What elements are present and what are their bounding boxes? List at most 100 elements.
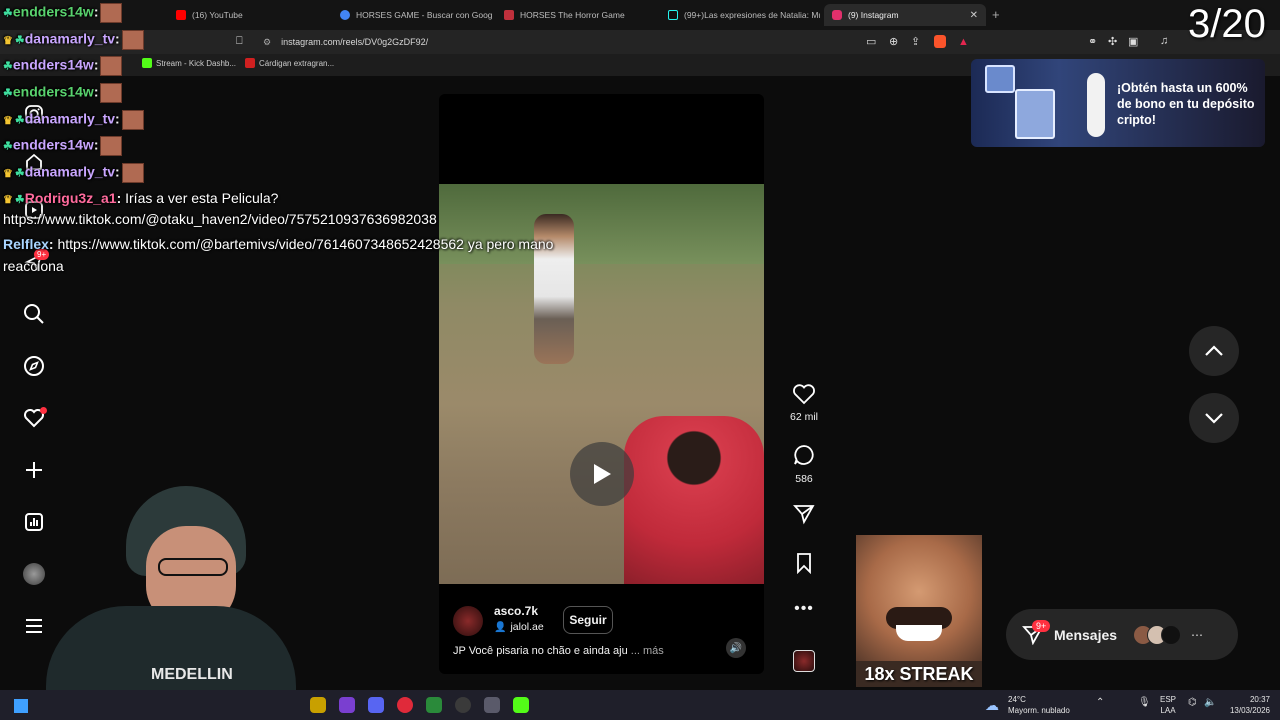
emote-icon [121,30,144,50]
video-background-trees [439,184,764,264]
horses-icon [504,10,514,20]
more-icon[interactable]: ⋯ [1191,628,1203,642]
volume-icon[interactable]: 🔈 [1204,697,1216,708]
tab-instagram[interactable]: (9) Instagram ✕ [824,4,986,26]
profile-icon[interactable] [20,560,48,588]
messages-pill-badge: 9+ [1032,620,1051,632]
windows-start-icon[interactable] [14,699,28,713]
streamer-webcam: MEDELLIN [46,486,296,720]
badge-icon: ☘ [14,34,25,47]
ad-toolbar [1087,73,1105,137]
dashboard-icon[interactable] [20,508,48,536]
author-avatar[interactable] [453,606,483,636]
crown-icon: ♛ [3,114,13,127]
bookmark-cardigan[interactable]: Cárdigan extragran... [245,58,334,68]
cast-icon[interactable]: ▭ [866,35,876,48]
extension-icon[interactable]: ⚭ [1088,35,1097,48]
emote-icon [100,3,123,23]
messages-label: Mensajes [1054,626,1118,643]
app-icon[interactable] [310,697,326,713]
glasses [158,558,228,576]
crown-icon: ♛ [3,167,13,180]
crown-icon: ♛ [3,194,13,206]
chat-message: ♛ ☘Rodrigu3z_a1: Irías a ver esta Pelicul… [3,190,279,206]
app-icon[interactable] [455,697,471,713]
author-username[interactable]: asco.7k [494,604,538,618]
challenge-counter: 3/20 [1188,2,1266,46]
like-action[interactable]: 62 mil [786,383,822,423]
chat-message: ☘endders14w: [3,136,123,156]
badge-icon: ☘ [14,194,25,206]
more-options-icon[interactable]: ••• [786,600,822,618]
explore-icon[interactable] [20,352,48,380]
likes-count: 62 mil [789,411,818,423]
more-link[interactable]: ... más [631,645,664,657]
audio-thumbnail[interactable] [793,650,815,672]
site-info-icon[interactable]: ⚙ [263,37,271,48]
menu-icon[interactable] [20,612,48,640]
wallet-icon[interactable]: ▣ [1128,35,1138,48]
badge-icon: ☘ [14,167,25,180]
language-indicator[interactable]: ESP LAA [1160,694,1176,716]
bookmark-icon[interactable]: ⎕ [236,35,243,48]
follow-button[interactable]: Seguir [563,606,613,634]
laughing-face-image [856,535,982,661]
share-action[interactable] [786,503,822,525]
new-tab-icon[interactable]: + [992,7,1000,22]
bookmark-save-icon[interactable] [794,552,814,574]
chat-message: ☘endders14w: [3,83,123,103]
gift-icon [985,65,1015,93]
search-icon[interactable] [20,300,48,328]
emote-icon [121,163,144,183]
app-icon[interactable] [339,697,355,713]
weather-info[interactable]: 24°C Mayorm. nublado [1008,694,1070,716]
share-icon[interactable]: ⇪ [911,35,920,48]
tray-expand-icon[interactable]: ⌃ [1096,697,1104,708]
chevron-down-icon [1205,413,1223,424]
send-icon[interactable] [792,503,816,525]
network-icon[interactable]: ⌬ [1188,697,1197,708]
play-button[interactable] [570,442,634,506]
previous-reel-button[interactable] [1189,326,1239,376]
opera-icon[interactable] [397,697,413,713]
kick-icon[interactable] [513,697,529,713]
tab-horses[interactable]: HORSES The Horror Game [496,4,656,26]
next-reel-button[interactable] [1189,393,1239,443]
brave-rewards-icon[interactable]: ▲ [958,36,969,48]
messages-button[interactable]: Mensajes ⋯ [1006,609,1238,660]
discord-icon[interactable] [368,697,384,713]
taskbar [0,690,1280,720]
comment-icon[interactable] [792,443,816,467]
tab-google[interactable]: HORSES GAME - Buscar con Google [332,4,492,26]
teeth [896,625,942,641]
close-tab-icon[interactable]: ✕ [970,10,978,21]
clock[interactable]: 20:37 13/03/2026 [1226,694,1270,716]
audio-link[interactable]: 👤 jalol.ae [494,621,544,633]
create-icon[interactable] [20,456,48,484]
microphone-icon[interactable]: 🎙 [1138,697,1151,708]
caption: JP Você pisaria no chão e ainda aju ... … [453,645,664,657]
notification-dot [40,407,47,414]
bookmark-kick[interactable]: Stream - Kick Dashb... [142,58,236,68]
comments-count: 586 [795,473,813,485]
emote-icon [100,83,123,103]
ad-text: ¡Obtén hasta un 600% de bono en tu depós… [1117,81,1255,127]
save-action[interactable] [786,552,822,574]
emote-icon [100,136,123,156]
puzzle-icon[interactable]: ✣ [1108,35,1117,48]
comment-action[interactable]: 586 [786,443,822,485]
person-icon: 👤 [494,621,507,633]
weather-icon[interactable]: ☁ [985,697,999,714]
music-icon[interactable]: ♫ [1160,35,1168,47]
tab-tiktok[interactable]: (99+)Las expresiones de Natalia: Mu [660,4,820,26]
app-icon[interactable] [484,697,500,713]
heart-icon[interactable] [792,383,816,405]
tab-youtube[interactable]: (16) YouTube [168,4,328,26]
app-icon[interactable] [426,697,442,713]
brave-shield-icon[interactable] [934,35,946,48]
emote-icon [100,56,123,76]
badge-icon: ☘ [3,7,13,20]
zoom-icon[interactable]: ⊕ [889,35,898,48]
reel-player[interactable]: asco.7k 👤 jalol.ae Seguir JP Você pisaria… [439,94,764,674]
volume-icon[interactable]: 🔊 [726,638,746,658]
